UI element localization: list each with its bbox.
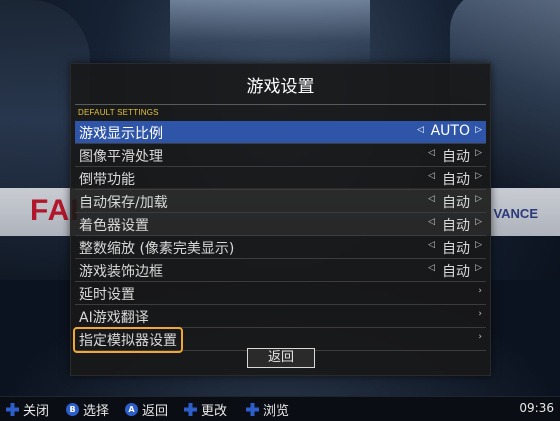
arrow-left-icon[interactable]: ◁ bbox=[428, 240, 435, 250]
hint-label: 选择 bbox=[83, 403, 110, 419]
clock: 09:36 bbox=[519, 401, 554, 415]
menu-item[interactable]: 整数缩放 (像素完美显示) ◁ 自动 ▷ bbox=[75, 236, 486, 259]
menu-item-value: 自动 bbox=[442, 264, 470, 280]
menu-item-label: 整数缩放 (像素完美显示) bbox=[79, 241, 235, 257]
hint-label: 返回 bbox=[142, 403, 169, 419]
hint-label: 更改 bbox=[201, 403, 228, 419]
menu-item[interactable]: 延时设置 › bbox=[75, 282, 486, 305]
settings-menu: 游戏显示比例 ◁ AUTO ▷ 图像平滑处理 ◁ 自动 ▷ 倒带功能 ◁ 自动 ▷ 自动保存/加载 ◁ 自动… bbox=[73, 121, 486, 353]
hint-item[interactable]: 浏览 bbox=[246, 401, 290, 419]
arrow-right-icon[interactable]: ▷ bbox=[475, 148, 482, 158]
arrow-left-icon[interactable]: ◁ bbox=[428, 263, 435, 273]
menu-item-label: 着色器设置 bbox=[79, 218, 149, 234]
chevron-right-icon[interactable]: › bbox=[478, 332, 482, 342]
menu-item-value: 自动 bbox=[442, 218, 470, 234]
arrow-right-icon[interactable]: ▷ bbox=[475, 217, 482, 227]
arrow-right-icon[interactable]: ▷ bbox=[475, 125, 482, 135]
background-banner-text-right: VANCE bbox=[493, 206, 538, 221]
arrow-right-icon[interactable]: ▷ bbox=[475, 263, 482, 273]
menu-item-label: 倒带功能 bbox=[79, 172, 135, 188]
button-a-icon: A bbox=[125, 402, 138, 416]
menu-item-label: 自动保存/加载 bbox=[79, 195, 168, 211]
menu-item-value: AUTO bbox=[430, 123, 470, 139]
menu-item[interactable]: 游戏装饰边框 ◁ 自动 ▷ bbox=[75, 259, 486, 282]
arrow-right-icon[interactable]: ▷ bbox=[475, 171, 482, 181]
arrow-left-icon[interactable]: ◁ bbox=[428, 217, 435, 227]
background-glow bbox=[170, 0, 370, 70]
back-button[interactable]: 返回 bbox=[247, 348, 315, 368]
menu-item[interactable]: 自动保存/加载 ◁ 自动 ▷ bbox=[75, 190, 486, 213]
menu-item-label: 游戏显示比例 bbox=[79, 126, 163, 142]
hint-item[interactable]: B 选择 bbox=[66, 401, 110, 419]
menu-item[interactable]: 游戏显示比例 ◁ AUTO ▷ bbox=[75, 121, 486, 144]
hint-item[interactable]: A 返回 bbox=[125, 401, 169, 419]
button-b-icon: B bbox=[66, 402, 79, 416]
hint-item[interactable]: 关闭 bbox=[6, 401, 50, 419]
hint-label: 关闭 bbox=[23, 403, 50, 419]
arrow-left-icon[interactable]: ◁ bbox=[417, 125, 424, 135]
arrow-right-icon[interactable]: ▷ bbox=[475, 240, 482, 250]
bottom-hint-bar: 关闭 B 选择 A 返回 更改 浏览 09:36 bbox=[0, 396, 560, 421]
arrow-left-icon[interactable]: ◁ bbox=[428, 171, 435, 181]
title-divider bbox=[75, 104, 486, 105]
menu-item-label: 图像平滑处理 bbox=[79, 149, 163, 165]
menu-item-label: 游戏装饰边框 bbox=[79, 264, 163, 280]
dpad-icon bbox=[246, 402, 259, 416]
dpad-icon bbox=[184, 402, 197, 416]
dpad-icon bbox=[6, 402, 19, 416]
menu-item-value: 自动 bbox=[442, 241, 470, 257]
menu-item[interactable]: 倒带功能 ◁ 自动 ▷ bbox=[75, 167, 486, 190]
chevron-right-icon[interactable]: › bbox=[478, 309, 482, 319]
menu-item-value: 自动 bbox=[442, 195, 470, 211]
hint-label: 浏览 bbox=[263, 403, 290, 419]
menu-item-label: 延时设置 bbox=[79, 287, 135, 303]
chevron-right-icon[interactable]: › bbox=[478, 286, 482, 296]
menu-item[interactable]: AI游戏翻译 › bbox=[75, 305, 486, 328]
menu-item[interactable]: 图像平滑处理 ◁ 自动 ▷ bbox=[75, 144, 486, 167]
arrow-left-icon[interactable]: ◁ bbox=[428, 148, 435, 158]
arrow-left-icon[interactable]: ◁ bbox=[428, 194, 435, 204]
dialog-title: 游戏设置 bbox=[246, 77, 315, 97]
menu-item-value: 自动 bbox=[442, 172, 470, 188]
arrow-right-icon[interactable]: ▷ bbox=[475, 194, 482, 204]
section-label: DEFAULT SETTINGS bbox=[78, 108, 159, 117]
menu-item-label: 指定模拟器设置 bbox=[73, 327, 183, 353]
hint-item[interactable]: 更改 bbox=[184, 401, 228, 419]
menu-item-value: 自动 bbox=[442, 149, 470, 165]
game-settings-dialog: 游戏设置 DEFAULT SETTINGS 游戏显示比例 ◁ AUTO ▷ 图像平滑处理… bbox=[70, 63, 491, 376]
menu-item-label: AI游戏翻译 bbox=[79, 310, 149, 326]
menu-item[interactable]: 着色器设置 ◁ 自动 ▷ bbox=[75, 213, 486, 236]
